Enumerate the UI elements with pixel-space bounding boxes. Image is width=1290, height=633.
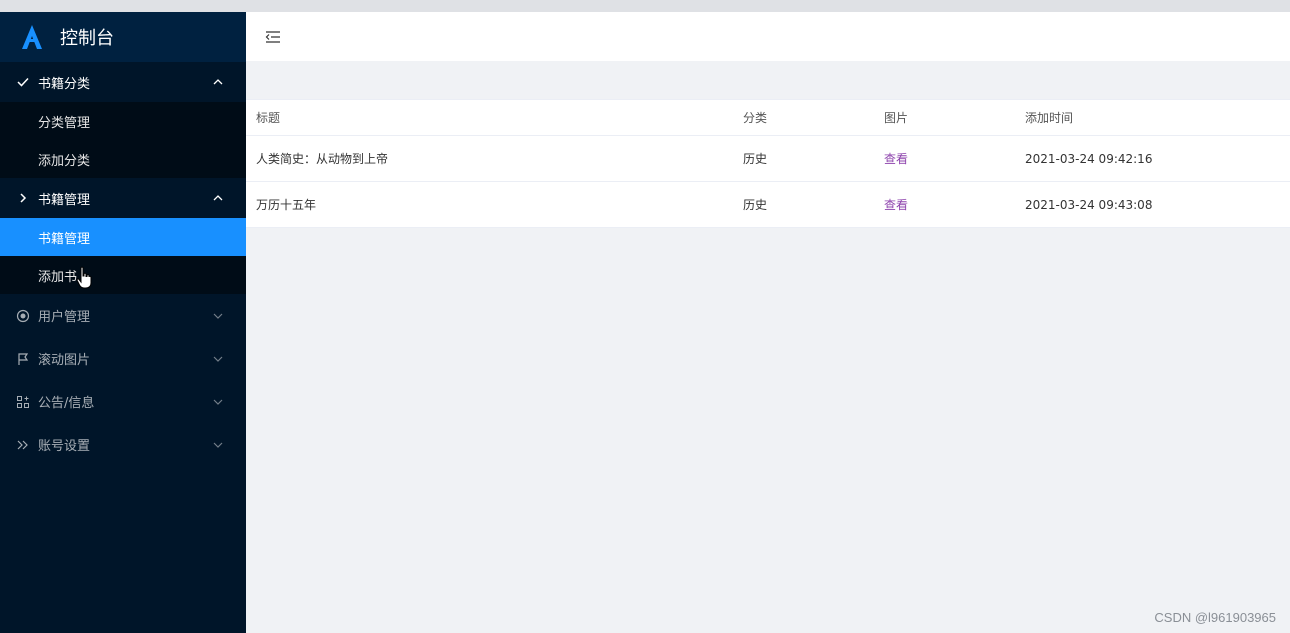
logo-icon [22,25,42,49]
cell-time: 2021-03-24 09:43:08 [1015,181,1290,228]
watermark: CSDN @l961903965 [1154,610,1276,625]
sidebar-item-label: 账号设置 [38,439,91,454]
table-row: 万历十五年 历史 查看 2021-03-24 09:43:08 [246,181,1290,228]
top-header [246,12,1290,61]
sidebar-item-add-category[interactable]: 添加分类 [0,140,246,178]
collapse-menu-button[interactable] [260,24,286,50]
chevron-up-icon [213,79,223,85]
sidebar-item-book-manage[interactable]: 书籍管理 [0,218,246,256]
double-chevron-right-icon [17,440,28,449]
chevron-up-icon [213,195,223,201]
cell-category: 历史 [733,135,874,182]
sidebar-item-notice[interactable]: 公告/信息 [0,380,246,423]
grid-plus-icon [17,395,29,408]
column-header-image: 图片 [874,99,1015,136]
chevron-down-icon [213,356,223,362]
sidebar-item-label: 公告/信息 [38,396,95,411]
sidebar-group-book-manage[interactable]: 书籍管理 [0,178,246,218]
sidebar-item-add-book[interactable]: 添加书 [0,256,246,294]
flag-icon [18,352,29,365]
sidebar-item-user-manage[interactable]: 用户管理 [0,294,246,337]
book-table: 标题 分类 图片 添加时间 人类简史：从动物到上帝 历史 查看 2021-03-… [246,99,1290,228]
column-header-title: 标题 [246,99,733,136]
app-title: 控制台 [60,28,114,49]
sidebar-item-account-settings[interactable]: 账号设置 [0,423,246,466]
view-image-link[interactable]: 查看 [884,198,908,212]
menu-fold-icon [265,31,280,43]
chevron-down-icon [213,442,223,448]
sidebar: 控制台 书籍分类 分类管理 添加分类 书籍管理 书籍管理 添加书 用户管理 滚动… [0,12,246,633]
browser-top-strip [0,0,1290,12]
sidebar-group-label: 书籍分类 [38,76,91,92]
submenu-book-manage: 书籍管理 添加书 [0,218,246,294]
hand-cursor-icon [76,266,92,289]
sidebar-item-label: 用户管理 [38,310,91,325]
sidebar-item-label: 滚动图片 [38,353,91,368]
sidebar-item-label: 添加分类 [38,153,91,169]
cell-title: 人类简史：从动物到上帝 [246,135,733,182]
table-row: 人类简史：从动物到上帝 历史 查看 2021-03-24 09:42:16 [246,135,1290,182]
chevron-down-icon [213,313,223,319]
sidebar-item-carousel[interactable]: 滚动图片 [0,337,246,380]
content-spacer [246,61,1290,99]
check-icon [17,77,29,87]
sidebar-item-category-manage[interactable]: 分类管理 [0,102,246,140]
brand: 控制台 [0,12,246,62]
sidebar-item-label: 书籍管理 [38,231,91,247]
sidebar-item-label: 分类管理 [38,115,91,131]
cell-time: 2021-03-24 09:42:16 [1015,135,1290,182]
column-header-category: 分类 [733,99,874,136]
cell-image: 查看 [874,135,1015,182]
cell-title: 万历十五年 [246,181,733,228]
radio-circle-icon [16,309,30,322]
table-header-row: 标题 分类 图片 添加时间 [246,99,1290,136]
view-image-link[interactable]: 查看 [884,152,908,166]
sidebar-item-label: 添加书 [38,269,78,285]
chevron-right-icon [20,193,27,203]
submenu-book-category: 分类管理 添加分类 [0,102,246,178]
cell-category: 历史 [733,181,874,228]
sidebar-group-label: 书籍管理 [38,192,91,208]
column-header-time: 添加时间 [1015,99,1290,136]
cell-image: 查看 [874,181,1015,228]
chevron-down-icon [213,399,223,405]
sidebar-group-book-category[interactable]: 书籍分类 [0,62,246,102]
